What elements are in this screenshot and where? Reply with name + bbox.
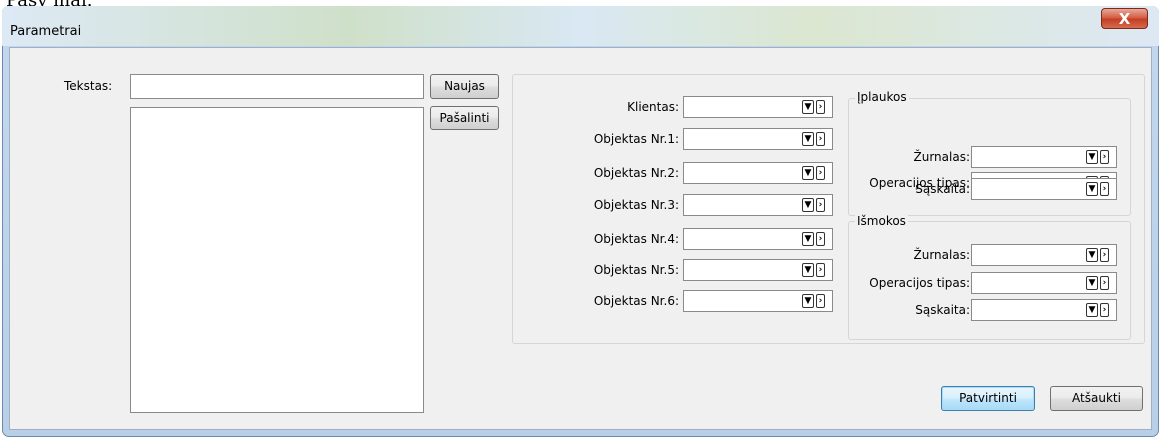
dropdown-arrow-icon[interactable]: ▼: [1086, 303, 1098, 317]
payouts-group-title: Išmokos: [855, 214, 908, 228]
dropdown-arrow-icon[interactable]: ▼: [1086, 248, 1098, 262]
cancel-button[interactable]: Atšaukti: [1050, 386, 1143, 411]
delete-button[interactable]: Pašalinti: [430, 106, 499, 130]
next-arrow-icon[interactable]: ›: [816, 232, 825, 246]
text-input[interactable]: [130, 74, 424, 99]
payout-account-label: Sąskaita:: [915, 303, 970, 317]
field-object-1-input[interactable]: ▼ ›: [683, 128, 833, 150]
text-list-box[interactable]: [130, 107, 424, 413]
confirm-button[interactable]: Patvirtinti: [941, 386, 1035, 411]
payout-operation-type-input[interactable]: ▼ ›: [971, 272, 1117, 294]
income-account-label: Sąskaita:: [915, 182, 970, 196]
payout-operation-type-label: Operacijos tipas:: [869, 276, 970, 290]
income-journal-input[interactable]: ▼ ›: [971, 146, 1117, 168]
next-arrow-icon[interactable]: ›: [1100, 150, 1109, 164]
dialog-title: Parametrai: [10, 24, 82, 39]
dropdown-arrow-icon[interactable]: ▼: [802, 166, 814, 180]
next-arrow-icon[interactable]: ›: [1100, 182, 1109, 196]
field-object-2-input[interactable]: ▼ ›: [683, 162, 833, 184]
payout-account-input[interactable]: ▼ ›: [971, 299, 1117, 321]
field-object-3-label: Objektas Nr.3:: [593, 198, 679, 212]
field-object-3-input[interactable]: ▼ ›: [683, 194, 833, 216]
dropdown-arrow-icon[interactable]: ▼: [802, 198, 814, 212]
field-client-label: Klientas:: [627, 100, 679, 114]
dropdown-arrow-icon[interactable]: ▼: [1086, 150, 1098, 164]
dropdown-arrow-icon[interactable]: ▼: [802, 100, 814, 114]
next-arrow-icon[interactable]: ›: [1100, 248, 1109, 262]
next-arrow-icon[interactable]: ›: [816, 132, 825, 146]
dropdown-arrow-icon[interactable]: ▼: [802, 232, 814, 246]
dropdown-arrow-icon[interactable]: ▼: [802, 294, 814, 308]
dropdown-arrow-icon[interactable]: ▼: [1086, 276, 1098, 290]
new-button[interactable]: Naujas: [430, 74, 499, 99]
next-arrow-icon[interactable]: ›: [816, 166, 825, 180]
close-button[interactable]: X: [1101, 8, 1148, 29]
dropdown-arrow-icon[interactable]: ▼: [1086, 182, 1098, 196]
field-object-4-input[interactable]: ▼ ›: [683, 228, 833, 250]
field-object-6-label: Objektas Nr.6:: [593, 294, 679, 308]
next-arrow-icon[interactable]: ›: [1100, 276, 1109, 290]
title-bar[interactable]: [2, 6, 1159, 46]
next-arrow-icon[interactable]: ›: [816, 294, 825, 308]
income-journal-label: Žurnalas:: [913, 150, 971, 164]
income-account-input[interactable]: ▼ ›: [971, 178, 1117, 200]
field-object-2-label: Objektas Nr.2:: [593, 166, 679, 180]
field-client-input[interactable]: ▼ ›: [683, 96, 833, 118]
incomes-group-title: Įplaukos: [855, 90, 909, 104]
payout-journal-input[interactable]: ▼ ›: [971, 244, 1117, 266]
field-object-5-label: Objektas Nr.5:: [593, 263, 679, 277]
next-arrow-icon[interactable]: ›: [1100, 303, 1109, 317]
payout-journal-label: Žurnalas:: [913, 248, 971, 262]
field-object-6-input[interactable]: ▼ ›: [683, 290, 833, 312]
dropdown-arrow-icon[interactable]: ▼: [802, 132, 814, 146]
dropdown-arrow-icon[interactable]: ▼: [802, 263, 814, 277]
next-arrow-icon[interactable]: ›: [816, 263, 825, 277]
next-arrow-icon[interactable]: ›: [816, 198, 825, 212]
text-label: Tekstas:: [64, 79, 113, 93]
field-object-4-label: Objektas Nr.4:: [593, 232, 679, 246]
field-object-1-label: Objektas Nr.1:: [593, 132, 679, 146]
field-object-5-input[interactable]: ▼ ›: [683, 259, 833, 281]
next-arrow-icon[interactable]: ›: [816, 100, 825, 114]
